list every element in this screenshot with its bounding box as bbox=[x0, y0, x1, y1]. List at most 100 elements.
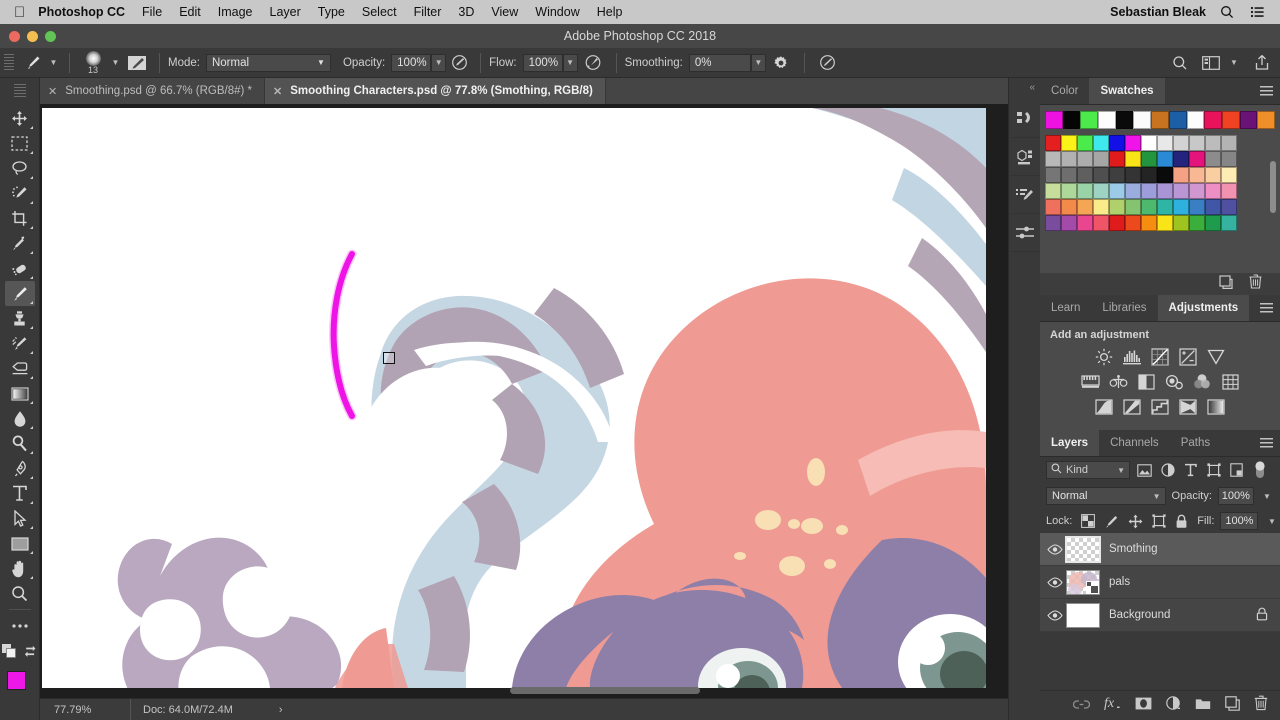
swatch-4-7[interactable] bbox=[1157, 199, 1173, 215]
new-layer-icon[interactable] bbox=[1225, 695, 1240, 716]
brush-panel-toggle-icon[interactable] bbox=[123, 54, 151, 72]
collapse-panels-icon[interactable]: « bbox=[1029, 82, 1035, 93]
layer-thumbnail[interactable] bbox=[1066, 602, 1100, 628]
swatch-0-11[interactable] bbox=[1221, 135, 1237, 151]
layer-row-pals[interactable]: pals bbox=[1040, 566, 1280, 599]
swatch-1-11[interactable] bbox=[1221, 151, 1237, 167]
swatch-2-8[interactable] bbox=[1173, 167, 1189, 183]
tab-channels[interactable]: Channels bbox=[1099, 430, 1170, 456]
swatch-3-10[interactable] bbox=[1205, 183, 1221, 199]
recent-swatch-12[interactable] bbox=[1257, 111, 1275, 129]
filter-shape-icon[interactable] bbox=[1205, 463, 1222, 477]
edit-toolbar-button[interactable] bbox=[5, 613, 35, 638]
swatch-2-7[interactable] bbox=[1157, 167, 1173, 183]
swatch-2-0[interactable] bbox=[1045, 167, 1061, 183]
swatch-0-9[interactable] bbox=[1189, 135, 1205, 151]
exposure-icon[interactable] bbox=[1179, 347, 1198, 366]
swatch-5-9[interactable] bbox=[1189, 215, 1205, 231]
gradient-tool[interactable] bbox=[5, 381, 35, 406]
photo-filter-icon[interactable] bbox=[1165, 372, 1184, 391]
swatch-1-0[interactable] bbox=[1045, 151, 1061, 167]
flow-slider-caret[interactable]: ▼ bbox=[562, 53, 578, 72]
rectangular-marquee-tool[interactable] bbox=[5, 131, 35, 156]
swatch-0-7[interactable] bbox=[1157, 135, 1173, 151]
swatch-1-8[interactable] bbox=[1173, 151, 1189, 167]
brush-presets-panel-icon[interactable] bbox=[1009, 176, 1040, 214]
toolbar-grip[interactable] bbox=[14, 84, 26, 98]
swatch-5-11[interactable] bbox=[1221, 215, 1237, 231]
posterize-icon[interactable] bbox=[1123, 397, 1142, 416]
gear-icon[interactable] bbox=[766, 55, 796, 71]
swatch-5-2[interactable] bbox=[1077, 215, 1093, 231]
swatch-4-1[interactable] bbox=[1061, 199, 1077, 215]
close-tab-icon[interactable]: ✕ bbox=[273, 85, 282, 98]
move-tool[interactable] bbox=[5, 106, 35, 131]
lock-icon[interactable] bbox=[1256, 607, 1268, 624]
blur-tool[interactable] bbox=[5, 406, 35, 431]
document-tab-smoothing[interactable]: ✕ Smoothing.psd @ 66.7% (RGB/8#) * bbox=[40, 78, 266, 104]
recent-swatch-9[interactable] bbox=[1204, 111, 1222, 129]
recent-swatch-10[interactable] bbox=[1221, 111, 1240, 129]
eraser-tool[interactable] bbox=[5, 356, 35, 381]
clone-stamp-tool[interactable] bbox=[5, 306, 35, 331]
filter-smartobject-icon[interactable] bbox=[1228, 463, 1245, 477]
swatch-3-5[interactable] bbox=[1125, 183, 1141, 199]
swatch-0-10[interactable] bbox=[1205, 135, 1221, 151]
swatch-3-2[interactable] bbox=[1077, 183, 1093, 199]
tablet-pressure-size-icon[interactable] bbox=[813, 54, 843, 71]
history-brush-tool[interactable] bbox=[5, 331, 35, 356]
canvas-area[interactable]: △ 人人素材 bbox=[40, 104, 1040, 696]
color-lookup-icon[interactable] bbox=[1221, 372, 1240, 391]
default-colors-icon[interactable] bbox=[1, 644, 16, 663]
tab-adjustments[interactable]: Adjustments bbox=[1157, 295, 1250, 321]
status-expand-arrow-icon[interactable]: › bbox=[279, 704, 283, 716]
swatch-1-4[interactable] bbox=[1109, 151, 1125, 167]
link-layers-icon[interactable] bbox=[1072, 697, 1091, 715]
recent-swatch-11[interactable] bbox=[1239, 111, 1258, 129]
brush-preset-picker[interactable]: 13 bbox=[78, 50, 108, 75]
workspace-chevron-down-icon[interactable]: ▼ bbox=[1224, 54, 1244, 72]
layer-opacity-input[interactable]: 100% bbox=[1217, 487, 1254, 505]
lasso-tool[interactable] bbox=[5, 156, 35, 181]
swatch-4-4[interactable] bbox=[1109, 199, 1125, 215]
close-tab-icon[interactable]: ✕ bbox=[48, 85, 57, 98]
vibrance-icon[interactable] bbox=[1207, 347, 1226, 366]
swatch-0-4[interactable] bbox=[1109, 135, 1125, 151]
swatch-4-5[interactable] bbox=[1125, 199, 1141, 215]
delete-layer-icon[interactable] bbox=[1254, 695, 1268, 716]
brush-tool-icon[interactable] bbox=[20, 54, 46, 72]
layer-row-smothing[interactable]: Smothing bbox=[1040, 533, 1280, 566]
menu-layer[interactable]: Layer bbox=[270, 5, 301, 19]
menu-view[interactable]: View bbox=[491, 5, 518, 19]
menu-file[interactable]: File bbox=[142, 5, 162, 19]
add-layer-mask-icon[interactable] bbox=[1135, 697, 1152, 715]
swatch-3-1[interactable] bbox=[1061, 183, 1077, 199]
swatch-5-6[interactable] bbox=[1141, 215, 1157, 231]
lock-transparent-pixels-icon[interactable] bbox=[1081, 514, 1096, 528]
layer-name[interactable]: Smothing bbox=[1109, 543, 1158, 555]
rectangle-tool[interactable] bbox=[5, 531, 35, 556]
swatch-3-4[interactable] bbox=[1109, 183, 1125, 199]
trash-icon[interactable] bbox=[1249, 274, 1262, 294]
zoom-level[interactable]: 77.79% bbox=[40, 704, 130, 716]
swatch-5-4[interactable] bbox=[1109, 215, 1125, 231]
swatch-5-10[interactable] bbox=[1205, 215, 1221, 231]
apple-logo-icon[interactable]:  bbox=[14, 5, 25, 20]
swatch-1-10[interactable] bbox=[1205, 151, 1221, 167]
swatch-2-5[interactable] bbox=[1125, 167, 1141, 183]
swatch-1-9[interactable] bbox=[1189, 151, 1205, 167]
swatch-5-1[interactable] bbox=[1061, 215, 1077, 231]
tab-layers[interactable]: Layers bbox=[1040, 430, 1100, 456]
swatch-2-4[interactable] bbox=[1109, 167, 1125, 183]
swatch-1-6[interactable] bbox=[1141, 151, 1157, 167]
eye-icon[interactable] bbox=[1044, 609, 1066, 621]
panel-menu-icon[interactable] bbox=[1260, 86, 1273, 97]
filter-adjustment-icon[interactable] bbox=[1159, 463, 1176, 477]
swatch-0-0[interactable] bbox=[1045, 135, 1061, 151]
swatch-5-3[interactable] bbox=[1093, 215, 1109, 231]
swatch-4-10[interactable] bbox=[1205, 199, 1221, 215]
swatch-0-8[interactable] bbox=[1173, 135, 1189, 151]
panel-menu-icon[interactable] bbox=[1260, 303, 1273, 314]
swatch-0-5[interactable] bbox=[1125, 135, 1141, 151]
opacity-slider-caret[interactable]: ▼ bbox=[431, 53, 447, 72]
